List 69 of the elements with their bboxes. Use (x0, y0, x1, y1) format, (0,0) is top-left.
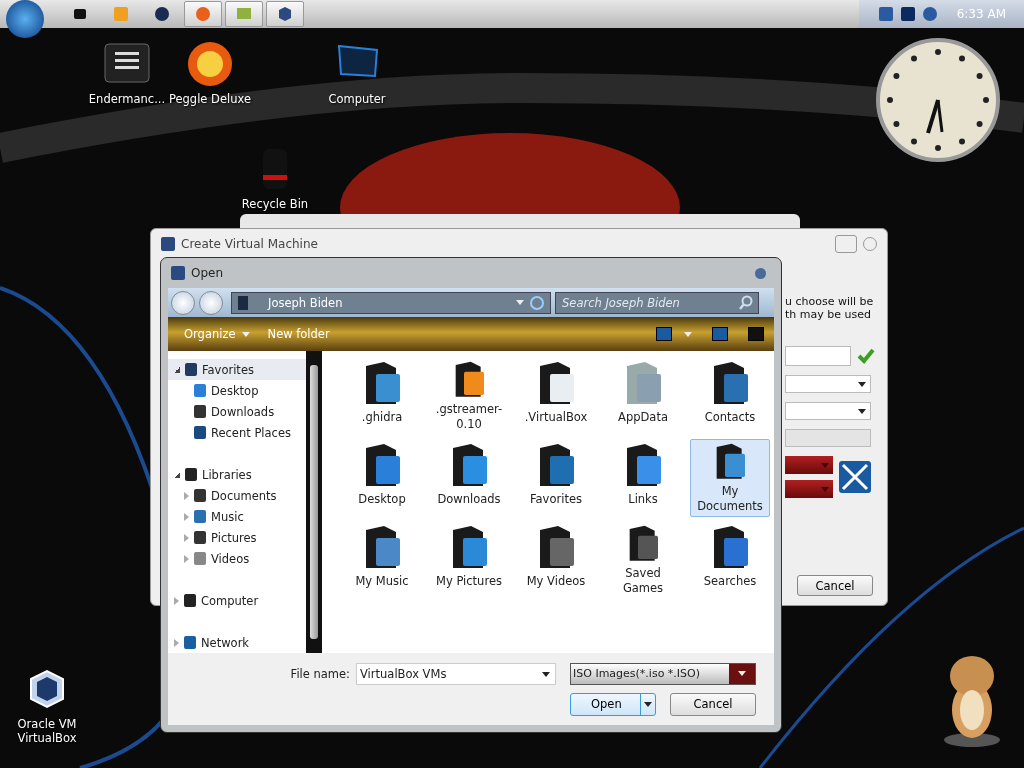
search-icon (738, 294, 754, 311)
desktop-shortcut[interactable]: Recycle Bin (230, 145, 320, 212)
folder-item[interactable]: Searches (690, 521, 770, 599)
tray-network-icon[interactable] (922, 7, 937, 21)
desktop-shortcut[interactable]: Oracle VM VirtualBox (2, 665, 92, 746)
folder-item[interactable]: My Documents (690, 439, 770, 517)
os-type-icon (839, 461, 871, 493)
start-button[interactable] (6, 0, 44, 38)
folder-item[interactable]: Links (603, 439, 683, 517)
folder-item[interactable]: .gstreamer-0.10 (429, 357, 509, 435)
window-title: Create Virtual Machine (181, 237, 319, 251)
file-name-field[interactable]: VirtualBox VMs (356, 662, 556, 685)
desktop-shortcut[interactable]: Computer (312, 40, 402, 107)
cancel-button[interactable]: Cancel (670, 692, 756, 716)
folder-item[interactable]: Saved Games (603, 521, 683, 599)
shortcut-label: Endermanc... (87, 92, 167, 107)
nav-tree-item[interactable]: Recent Places (168, 422, 306, 443)
nav-tree-item[interactable]: Pictures (168, 527, 306, 548)
app-firefox-icon (193, 4, 213, 24)
dropdown[interactable] (785, 402, 871, 420)
folder-item[interactable]: AppData (603, 357, 683, 435)
folder-item[interactable]: Desktop (342, 439, 422, 517)
nav-tree-item[interactable]: Desktop (168, 380, 306, 401)
shortcut-label: Recycle Bin (240, 197, 310, 212)
folder-item[interactable]: Downloads (429, 439, 509, 517)
peggle-icon (186, 40, 234, 88)
close-button[interactable] (755, 267, 766, 279)
forward-button[interactable] (199, 290, 223, 315)
folder-item[interactable]: My Music (342, 521, 422, 599)
folder-item[interactable]: .ghidra (342, 357, 422, 435)
nav-tree-item[interactable]: Documents (168, 485, 306, 506)
description-text: u choose will be th may be used (785, 295, 875, 321)
taskbar-button[interactable] (266, 1, 304, 27)
dropdown[interactable] (785, 456, 833, 474)
app-orb-icon (152, 4, 172, 24)
tray-monitor-icon[interactable] (900, 7, 915, 21)
checkmark-icon (857, 348, 875, 364)
nav-tree-item[interactable]: Computer (168, 590, 306, 611)
folder-item[interactable]: My Pictures (429, 521, 509, 599)
address-bar[interactable]: Joseph Biden (231, 291, 551, 314)
folder-item[interactable]: My Videos (516, 521, 596, 599)
folder-item[interactable]: Favorites (516, 439, 596, 517)
app-player-icon (111, 4, 131, 24)
folder-item[interactable]: .VirtualBox (516, 357, 596, 435)
folder-item[interactable]: Contacts (690, 357, 770, 435)
nav-tree-item[interactable]: Music (168, 506, 306, 527)
file-name-label: File name: (290, 666, 350, 681)
maximize-button[interactable] (835, 235, 857, 253)
nav-tree-item[interactable]: Videos (168, 548, 306, 569)
dialog-title: Open (191, 266, 225, 280)
address-text: Joseph Biden (266, 295, 344, 310)
shortcut-label: Computer (327, 92, 387, 107)
nav-tree-item[interactable]: Network (168, 632, 306, 653)
shortcut-label: Oracle VM VirtualBox (16, 717, 78, 746)
nav-tree-item[interactable]: Libraries (168, 464, 306, 485)
nav-tree-item[interactable]: Downloads (168, 401, 306, 422)
dropdown[interactable] (785, 480, 833, 498)
desktop-shortcut[interactable]: Peggle Deluxe (165, 40, 255, 107)
name-field[interactable] (785, 346, 851, 366)
scrollbar[interactable] (306, 351, 322, 653)
shortcut-label: Peggle Deluxe (167, 92, 253, 107)
nav-tree-item[interactable]: Favorites (168, 359, 306, 380)
file-type-dropdown[interactable]: ISO Images(*.iso *.ISO) (570, 662, 756, 685)
cancel-button[interactable]: Cancel (797, 575, 873, 596)
open-button[interactable]: Open (570, 692, 656, 716)
search-field[interactable]: Search Joseph Biden (555, 291, 759, 314)
dropdown[interactable] (785, 375, 871, 393)
caret-icon[interactable] (542, 671, 550, 677)
back-button[interactable] (171, 290, 195, 315)
